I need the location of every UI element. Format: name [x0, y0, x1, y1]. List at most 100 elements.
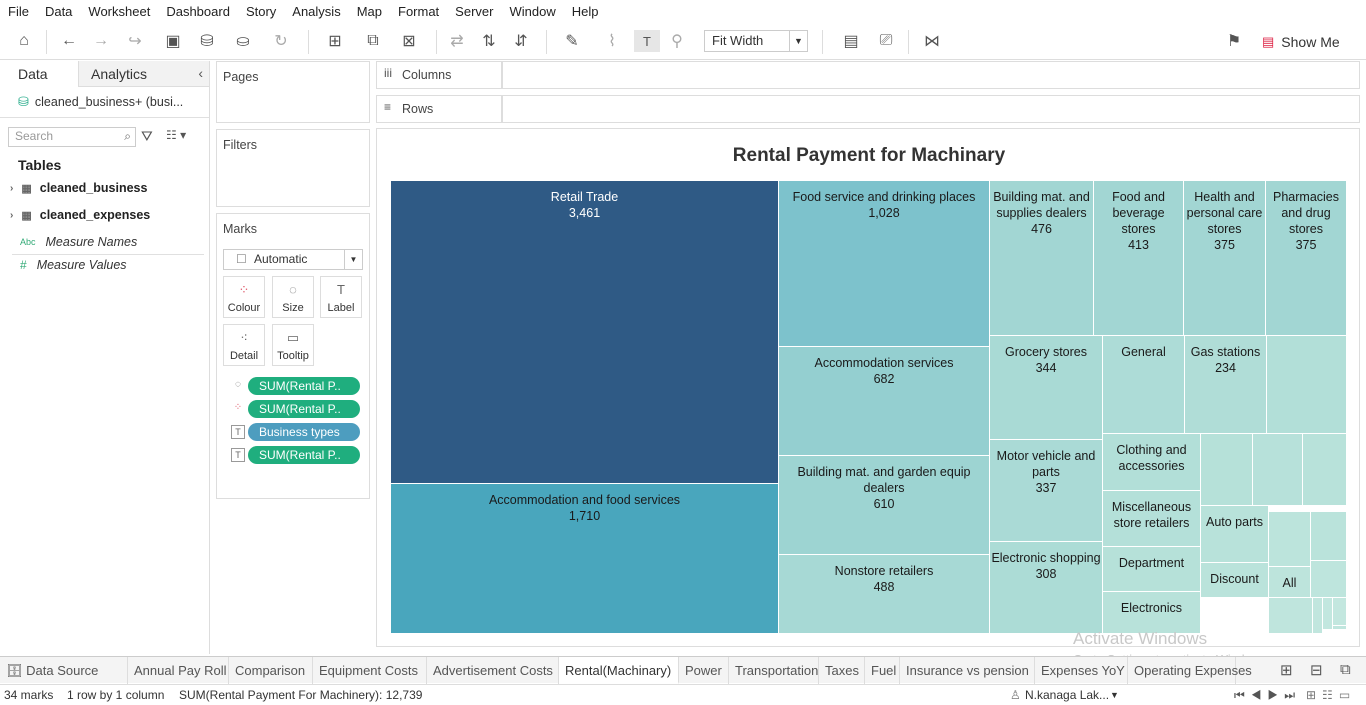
sheet-tab[interactable]: Advertisement Costs	[427, 657, 559, 684]
home-icon[interactable]: ⌂	[12, 30, 36, 52]
user-name[interactable]: N.kanaga Lak...	[1025, 685, 1109, 705]
sheet-tab[interactable]: Power	[679, 657, 729, 684]
format-painter-icon[interactable]: ⚑	[1222, 30, 1246, 52]
new-worksheet-icon[interactable]: ⊞	[318, 30, 352, 52]
detail-button[interactable]: ⁖ Detail	[223, 324, 265, 366]
table-cleaned-business[interactable]: › ▦ cleaned_business	[10, 181, 147, 195]
business-types-pill[interactable]: Business types	[248, 423, 360, 441]
treemap-cell[interactable]	[1313, 598, 1323, 634]
mark-type-dropdown[interactable]: ☐ Automatic ▼	[223, 249, 363, 270]
new-dashboard-icon[interactable]: ⊟	[1310, 661, 1323, 679]
new-datasource-icon[interactable]: ⛁	[196, 30, 218, 52]
sheet-tab[interactable]: Equipment Costs	[313, 657, 427, 684]
colour-pill[interactable]: SUM(Rental P..	[248, 400, 360, 418]
treemap-cell[interactable]: Accommodation and food services 1,710	[391, 484, 779, 634]
size-pill[interactable]: SUM(Rental P..	[248, 377, 360, 395]
columns-shelf[interactable]	[502, 61, 1360, 89]
search-input[interactable]: Search ⌕	[8, 127, 136, 147]
sheet-tab[interactable]: Operating Expenses	[1128, 657, 1252, 684]
chevron-down-icon[interactable]: ▼	[1110, 685, 1119, 705]
treemap-cell[interactable]: Health and personal care stores 375	[1184, 181, 1266, 336]
sheet-tab[interactable]: 🗄 Data Source	[0, 657, 128, 684]
sheet-tab[interactable]: Comparison	[229, 657, 313, 684]
treemap-cell[interactable]: Motor vehicle and parts 337	[990, 440, 1103, 542]
sheet-tab[interactable]: Expenses YoY	[1035, 657, 1128, 684]
treemap-cell[interactable]	[1323, 598, 1333, 630]
fit-dropdown[interactable]: Fit Width ▼	[704, 30, 808, 52]
highlight-icon[interactable]: ✎	[556, 30, 588, 52]
treemap-cell[interactable]: Nonstore retailers 488	[779, 555, 990, 634]
treemap-cell[interactable]	[1303, 434, 1347, 506]
share-icon[interactable]: ⋈	[920, 30, 944, 52]
new-worksheet-icon[interactable]: ⊞	[1280, 661, 1293, 679]
group-icon[interactable]: ⌇	[596, 30, 628, 52]
new-story-icon[interactable]: ⧉	[1340, 661, 1351, 678]
sheet-tab[interactable]: Rental(Machinary)	[559, 657, 679, 684]
treemap-cell[interactable]: Pharmacies and drug stores 375	[1266, 181, 1347, 336]
expand-icon[interactable]: ›	[10, 210, 13, 221]
treemap-cell[interactable]: Discount	[1201, 563, 1269, 598]
treemap-cell[interactable]: Gas stations 234	[1185, 336, 1267, 434]
treemap-cell[interactable]: Food and beverage stores 413	[1094, 181, 1184, 336]
treemap-cell[interactable]	[1253, 434, 1303, 506]
treemap-cell[interactable]	[1269, 598, 1313, 634]
sheet-tab[interactable]: Insurance vs pension	[900, 657, 1035, 684]
sheet-tab[interactable]: Transportation	[729, 657, 819, 684]
menu-server[interactable]: Server	[451, 4, 497, 19]
measure-values[interactable]: # Measure Values	[20, 258, 127, 272]
pause-updates-icon[interactable]: ⛀	[228, 30, 258, 52]
table-cleaned-expenses[interactable]: › ▦ cleaned_expenses	[10, 208, 150, 222]
treemap-cell[interactable]	[1269, 512, 1311, 567]
data-source[interactable]: ⛁ cleaned_business+ (busi...	[18, 94, 183, 110]
refresh-icon[interactable]: ↻	[266, 30, 296, 52]
menu-data[interactable]: Data	[41, 4, 76, 19]
pin-icon[interactable]: ⚲	[666, 30, 688, 52]
treemap-cell[interactable]: Accommodation services 682	[779, 347, 990, 456]
treemap-cell[interactable]	[1311, 512, 1347, 561]
treemap-cell[interactable]	[1333, 598, 1347, 626]
nav-first-prev-next-last-icons[interactable]: ⏮◀▶⏭	[1234, 685, 1301, 705]
measure-names[interactable]: Abc Measure Names	[20, 235, 137, 249]
menu-window[interactable]: Window	[505, 4, 559, 19]
sheet-tab[interactable]: Taxes	[819, 657, 865, 684]
view-toggle-icons[interactable]: ⊞☷▭	[1306, 685, 1356, 705]
treemap-cell[interactable]: Building mat. and garden equip dealers 61…	[779, 456, 990, 555]
forward-icon[interactable]: →	[90, 30, 112, 52]
save-icon[interactable]: ▣	[162, 30, 184, 52]
label-button[interactable]: T Label	[320, 276, 362, 318]
pages-shelf[interactable]: Pages	[216, 61, 370, 123]
filter-icon[interactable]: ⛛	[141, 128, 153, 145]
filters-shelf[interactable]: Filters	[216, 129, 370, 207]
tooltip-button[interactable]: ▭ Tooltip	[272, 324, 314, 366]
treemap-cell[interactable]: Auto parts	[1201, 506, 1269, 563]
label-pill[interactable]: SUM(Rental P..	[248, 446, 360, 464]
clear-sheet-icon[interactable]: ⊠	[392, 30, 426, 52]
treemap-cell[interactable]: Building mat. and supplies dealers 476	[990, 181, 1094, 336]
treemap-cell[interactable]: Electronics	[1103, 592, 1201, 634]
treemap-cell[interactable]: Food service and drinking places 1,028	[779, 181, 990, 347]
treemap-cell[interactable]: Retail Trade 3,461	[391, 181, 779, 484]
treemap-cell[interactable]	[1311, 561, 1347, 598]
menu-file[interactable]: File	[4, 4, 33, 19]
redo-icon[interactable]: ↪	[120, 30, 150, 52]
treemap-cell[interactable]: General	[1103, 336, 1185, 434]
cards-icon[interactable]: ▤	[834, 30, 868, 52]
menu-worksheet[interactable]: Worksheet	[84, 4, 154, 19]
tab-data[interactable]: Data	[0, 61, 78, 87]
treemap-cell[interactable]	[1267, 336, 1347, 434]
expand-icon[interactable]: ›	[10, 183, 13, 194]
duplicate-sheet-icon[interactable]: ⧉	[362, 30, 384, 52]
treemap-cell[interactable]: All	[1269, 567, 1311, 598]
sheet-tab[interactable]: Fuel	[865, 657, 900, 684]
swap-icon[interactable]: ⇄	[446, 30, 468, 52]
menu-help[interactable]: Help	[568, 4, 603, 19]
collapse-icon[interactable]: ‹	[198, 65, 203, 81]
sort-desc-icon[interactable]: ⇵	[510, 30, 532, 52]
presentation-icon[interactable]: ⎚	[874, 30, 898, 52]
back-icon[interactable]: ←	[58, 30, 80, 52]
treemap-cell[interactable]	[1201, 434, 1253, 506]
menu-story[interactable]: Story	[242, 4, 280, 19]
treemap-cell[interactable]: Department	[1103, 547, 1201, 592]
treemap-cell[interactable]: Grocery stores 344	[990, 336, 1103, 440]
view-options-icon[interactable]: ☷ ▾	[166, 128, 186, 142]
